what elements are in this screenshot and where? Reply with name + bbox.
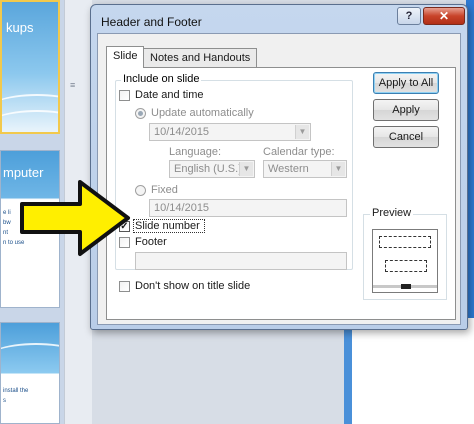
fixed-date-radio[interactable] — [135, 185, 146, 196]
update-automatically-radio[interactable] — [135, 108, 146, 119]
dialog-client-area: Slide Notes and Handouts Include on slid… — [97, 33, 461, 325]
date-format-select[interactable]: 10/14/2015 ▼ — [149, 123, 311, 141]
slide-tab-panel: Include on slide Date and time Update au… — [106, 67, 456, 320]
group-label: Include on slide — [121, 73, 202, 85]
cancel-button[interactable]: Cancel — [373, 126, 439, 148]
slide-thumbnail-text: e li — [3, 210, 11, 216]
preview-label: Preview — [370, 207, 414, 219]
date-time-label[interactable]: Date and time — [135, 89, 203, 101]
calendar-type-value: Western — [268, 163, 309, 175]
slide-thumbnail-3[interactable]: install the s — [0, 322, 60, 424]
slide-thumbnail-text: nt — [3, 230, 9, 236]
calendar-type-select[interactable]: Western ▼ — [263, 160, 347, 178]
slide-thumbnail-text: s — [3, 398, 6, 404]
splitter-handle-icon[interactable]: ≡ — [70, 80, 75, 90]
footer-text-input[interactable] — [135, 252, 347, 270]
language-label: Language: — [169, 146, 221, 158]
preview-placeholder-body — [385, 260, 427, 272]
date-format-value: 10/14/2015 — [154, 126, 210, 138]
chevron-down-icon[interactable]: ▼ — [331, 162, 345, 176]
dont-show-title-slide-label[interactable]: Don't show on title slide — [135, 280, 250, 292]
slide-canvas — [344, 318, 474, 424]
update-automatically-label[interactable]: Update automatically — [151, 107, 254, 119]
slide-thumbnail-text: bw — [3, 220, 11, 226]
slide-canvas-edge — [344, 318, 352, 424]
preview-group: Preview — [363, 207, 447, 300]
yellow-arrow-icon — [20, 180, 130, 256]
fixed-date-label[interactable]: Fixed — [151, 184, 178, 196]
slide-thumbnail-title: kups — [6, 20, 34, 35]
dialog-titlebar[interactable]: Header and Footer ? ✕ — [91, 5, 467, 33]
slide-number-label[interactable]: Slide number — [135, 220, 200, 232]
fixed-date-input[interactable]: 10/14/2015 — [149, 199, 347, 217]
slide-thumbnail-text: install the — [3, 388, 29, 394]
slide-wave-decoration — [1, 343, 59, 383]
slide-preview-thumbnail — [372, 229, 438, 293]
help-button[interactable]: ? — [397, 7, 421, 25]
chevron-down-icon[interactable]: ▼ — [295, 125, 309, 139]
dont-show-title-slide-checkbox[interactable] — [119, 281, 130, 292]
dialog-title: Header and Footer — [101, 15, 202, 29]
apply-to-all-button[interactable]: Apply to All — [373, 72, 439, 94]
preview-placeholder-title — [379, 236, 431, 248]
chevron-down-icon[interactable]: ▼ — [239, 162, 253, 176]
date-time-checkbox[interactable] — [119, 90, 130, 101]
tab-slide[interactable]: Slide — [106, 46, 145, 68]
footer-label[interactable]: Footer — [135, 236, 167, 248]
header-footer-dialog: Header and Footer ? ✕ Slide Notes and Ha… — [90, 4, 468, 330]
tab-notes-handouts[interactable]: Notes and Handouts — [143, 48, 258, 68]
language-select[interactable]: English (U.S.) ▼ — [169, 160, 255, 178]
language-value: English (U.S.) — [174, 163, 242, 175]
slide-thumbnail-1[interactable]: kups — [0, 0, 60, 134]
calendar-type-label: Calendar type: — [263, 146, 335, 158]
apply-button[interactable]: Apply — [373, 99, 439, 121]
close-button[interactable]: ✕ — [423, 7, 465, 25]
preview-slide-number-marker — [401, 284, 411, 289]
slide-wave-decoration — [2, 110, 58, 132]
